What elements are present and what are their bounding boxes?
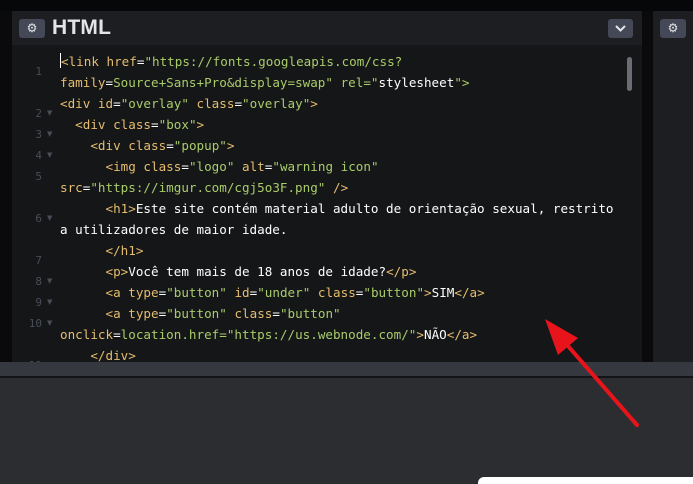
red-arrow-annotation [545, 319, 639, 427]
